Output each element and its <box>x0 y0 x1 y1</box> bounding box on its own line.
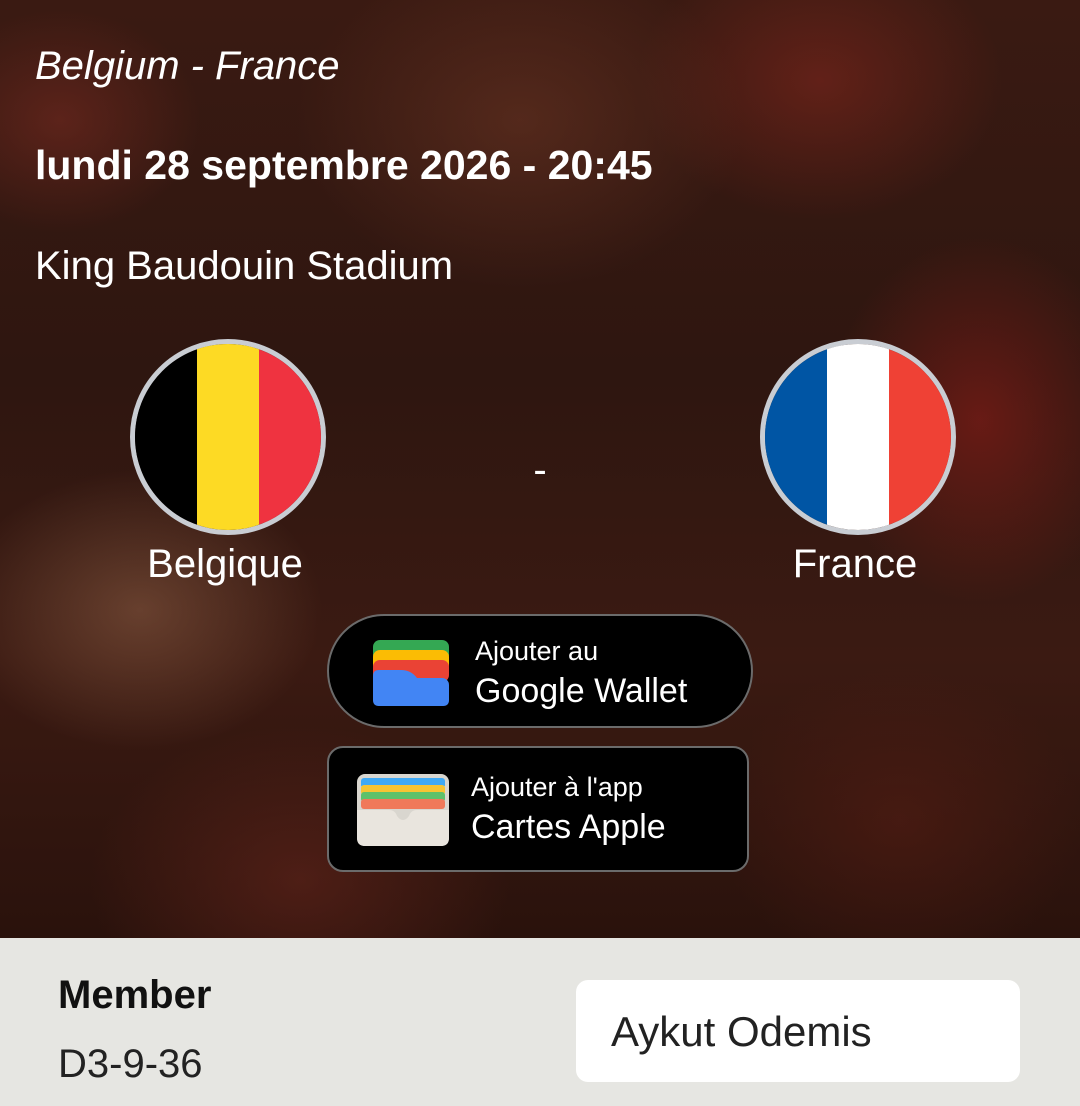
google-wallet-line2: Google Wallet <box>475 672 688 710</box>
add-to-google-wallet-button[interactable]: Ajouter au Google Wallet <box>327 614 753 728</box>
ticket-hero: Belgium - France lundi 28 septembre 2026… <box>0 0 1080 938</box>
away-team-name: France <box>792 542 918 586</box>
member-footer: Member D3-9-36 Aykut Odemis <box>0 938 1080 1106</box>
member-name-box: Aykut Odemis <box>576 980 1020 1082</box>
google-wallet-line1: Ajouter au <box>475 636 599 666</box>
member-name: Aykut Odemis <box>611 1008 872 1055</box>
match-title: Belgium - France <box>35 44 340 88</box>
member-label: Member <box>58 973 212 1017</box>
apple-wallet-line1: Ajouter à l'app <box>471 772 643 802</box>
home-team-name: Belgique <box>147 542 303 586</box>
member-code: D3-9-36 <box>58 1042 203 1086</box>
versus-separator: - <box>533 448 547 492</box>
belgium-flag-icon <box>130 339 326 535</box>
add-to-apple-wallet-button[interactable]: Ajouter à l'app Cartes Apple <box>327 746 749 872</box>
apple-wallet-icon <box>357 774 449 846</box>
google-wallet-icon <box>373 640 449 706</box>
france-flag-icon <box>760 339 956 535</box>
match-venue: King Baudouin Stadium <box>35 244 454 288</box>
apple-wallet-line2: Cartes Apple <box>471 808 666 846</box>
match-datetime: lundi 28 septembre 2026 - 20:45 <box>35 142 653 188</box>
